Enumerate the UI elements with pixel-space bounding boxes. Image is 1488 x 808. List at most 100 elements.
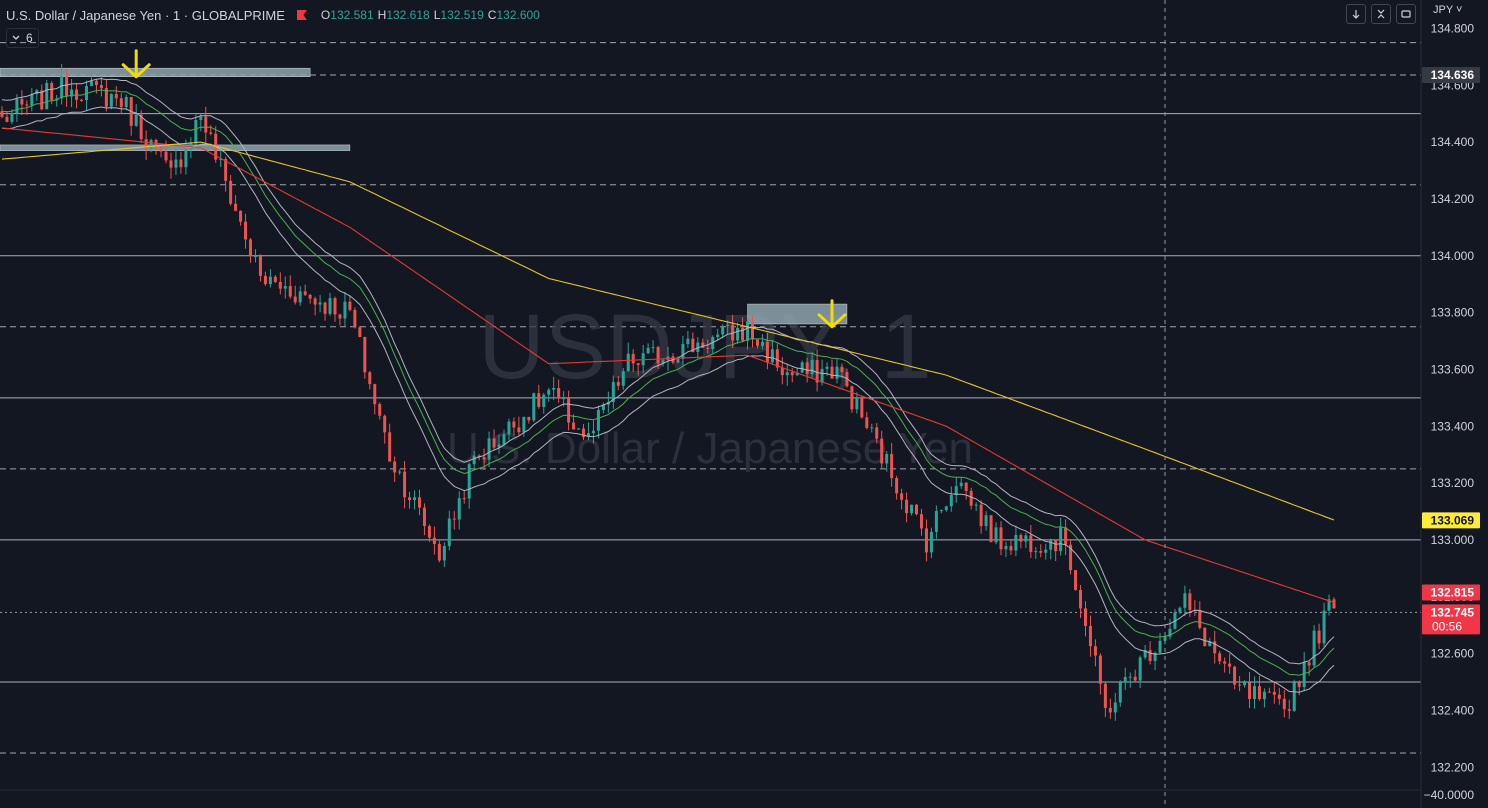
candle-body xyxy=(1218,653,1222,662)
candle-body xyxy=(656,347,660,364)
candle-body xyxy=(1233,666,1237,685)
candle-body xyxy=(184,149,188,168)
candle-body xyxy=(1238,684,1242,686)
candle-body xyxy=(1019,535,1023,542)
candle-body xyxy=(328,298,332,314)
candle-body xyxy=(1024,535,1028,542)
maximize-button[interactable] xyxy=(1396,4,1416,24)
candle-body xyxy=(199,116,203,121)
candle-body xyxy=(1228,663,1232,667)
candle-body xyxy=(522,416,526,433)
candle-body xyxy=(99,85,103,89)
candle-body xyxy=(770,349,774,363)
candle-body xyxy=(1243,682,1247,686)
candle-body xyxy=(20,99,24,105)
currency-selector[interactable]: JPY ˅ xyxy=(1433,4,1462,16)
candle-body xyxy=(939,510,943,512)
scroll-down-button[interactable] xyxy=(1346,4,1366,24)
candle-body xyxy=(924,528,928,553)
candle-body xyxy=(1272,691,1276,695)
candle-body xyxy=(855,397,859,410)
candle-body xyxy=(119,98,123,108)
flag-icon[interactable] xyxy=(297,10,307,20)
candle-body xyxy=(1282,698,1286,710)
candle-body xyxy=(805,362,809,375)
candle-body xyxy=(900,493,904,500)
candle-body xyxy=(1123,677,1127,683)
candle-body xyxy=(378,404,382,416)
candle-body xyxy=(646,347,650,354)
candle-body xyxy=(800,362,804,373)
candle-body xyxy=(447,518,451,547)
candle-body xyxy=(1103,683,1107,708)
collapse-icon xyxy=(1377,9,1385,19)
candle-body xyxy=(308,294,312,299)
candle-body xyxy=(934,511,938,532)
candle-body xyxy=(915,504,919,515)
candle-body xyxy=(432,537,436,544)
price-tick-label: 134.400 xyxy=(1431,135,1475,149)
candle-body xyxy=(1203,627,1207,646)
candle-body xyxy=(790,372,794,376)
candle-body xyxy=(840,366,844,373)
candle-body xyxy=(959,482,963,487)
candle-body xyxy=(1054,540,1058,552)
candle-body xyxy=(1049,540,1053,550)
candle-body xyxy=(1277,694,1281,699)
candle-body xyxy=(716,334,720,337)
candle-body xyxy=(626,353,630,372)
candle-body xyxy=(283,286,287,289)
candle-body xyxy=(5,116,9,122)
candle-body xyxy=(209,132,213,134)
ohlc-high: H132.618 xyxy=(377,8,430,22)
candle-body xyxy=(1074,570,1078,590)
candle-body xyxy=(89,80,93,86)
price-tick-label: 132.200 xyxy=(1431,760,1475,774)
candle-body xyxy=(1248,682,1252,699)
candle-body xyxy=(910,504,914,514)
candle-body xyxy=(427,526,431,538)
symbol-header[interactable]: U.S. Dollar / Japanese Yen · 1 · GLOBALP… xyxy=(6,6,544,24)
candle-body xyxy=(278,281,282,289)
ohlc-open: O132.581 xyxy=(320,8,374,22)
candle-body xyxy=(557,387,561,399)
candle-body xyxy=(567,398,571,423)
candle-body xyxy=(1317,630,1321,644)
candle-body xyxy=(462,498,466,500)
candle-body xyxy=(134,114,138,126)
candle-body xyxy=(472,455,476,465)
candle-body xyxy=(547,389,551,395)
candle-body xyxy=(422,507,426,527)
price-chart[interactable]: USDJPY, 1 U.S. Dollar / Japanese Yen 134… xyxy=(0,0,1488,808)
candle-body xyxy=(1138,657,1142,681)
maximize-icon xyxy=(1401,10,1411,18)
zone-rectangle[interactable] xyxy=(0,67,311,77)
candle-body xyxy=(94,80,98,86)
candle-body xyxy=(124,97,128,108)
candle-body xyxy=(258,256,262,276)
candle-body xyxy=(363,337,367,373)
candle-body xyxy=(492,438,496,448)
candle-body xyxy=(785,372,789,376)
zone-rectangle[interactable] xyxy=(0,144,351,151)
candle-body xyxy=(1262,691,1266,700)
symbol-title[interactable]: U.S. Dollar / Japanese Yen · 1 · GLOBALP… xyxy=(6,8,285,23)
candle-body xyxy=(721,326,725,335)
candle-body xyxy=(1252,686,1256,699)
indicators-toggle[interactable]: 6 xyxy=(6,28,39,48)
candle-body xyxy=(1178,607,1182,613)
candle-body xyxy=(169,160,173,168)
candle-body xyxy=(229,180,233,204)
candle-body xyxy=(949,494,953,507)
price-label-text: 133.069 xyxy=(1431,513,1475,527)
candle-body xyxy=(1079,589,1083,609)
candle-body xyxy=(999,527,1003,550)
collapse-button[interactable] xyxy=(1371,4,1391,24)
candle-body xyxy=(244,221,248,240)
candle-body xyxy=(746,321,750,341)
candle-body xyxy=(875,427,879,439)
candle-body xyxy=(10,113,14,122)
candle-body xyxy=(1014,535,1018,551)
candle-body xyxy=(1059,527,1063,552)
candle-body xyxy=(542,394,546,407)
